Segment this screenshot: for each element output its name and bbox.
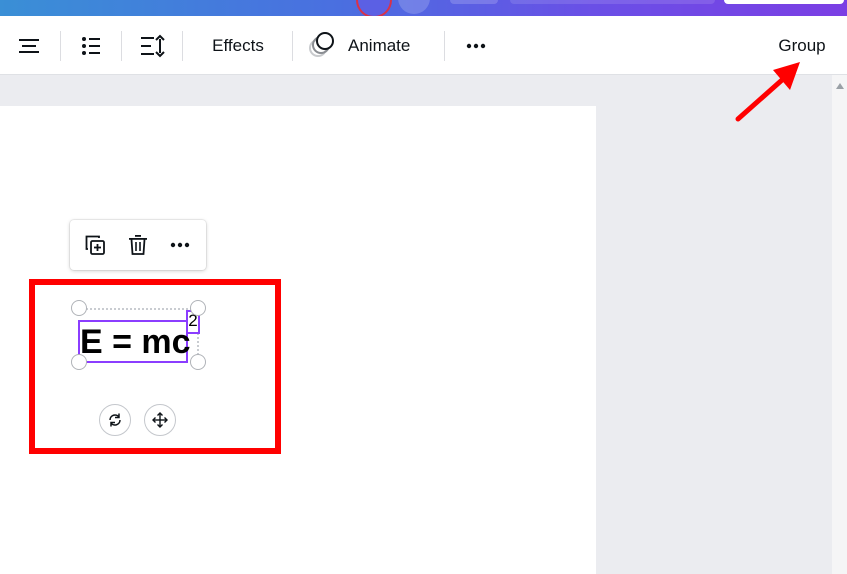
text-toolbar: Effects Animate Group: [0, 16, 847, 75]
scroll-up-icon[interactable]: [836, 83, 844, 89]
toolbar-divider: [121, 31, 122, 61]
rotate-icon: [109, 413, 121, 427]
header-circle-button[interactable]: [398, 0, 430, 14]
spacing-button[interactable]: [135, 28, 169, 64]
more-options-button[interactable]: [458, 28, 494, 64]
user-avatar[interactable]: [356, 0, 392, 16]
duplicate-button[interactable]: [78, 228, 112, 262]
group-label: Group: [778, 36, 826, 55]
resize-handle-bottom-left[interactable]: [71, 354, 87, 370]
toolbar-divider: [182, 31, 183, 61]
trash-icon: [129, 235, 147, 255]
align-center-icon: [19, 39, 39, 53]
move-icon: [152, 412, 168, 428]
toolbar-divider: [292, 31, 293, 61]
equation-text[interactable]: E = mc: [80, 322, 191, 362]
move-handle[interactable]: [144, 404, 176, 436]
header-button-wide[interactable]: [510, 0, 715, 4]
align-button[interactable]: [12, 28, 46, 64]
header-button[interactable]: [450, 0, 498, 4]
more-actions-button[interactable]: [163, 228, 197, 262]
animate-label: Animate: [348, 36, 411, 55]
toolbar-divider: [60, 31, 61, 61]
resize-handle-top-right[interactable]: [190, 300, 206, 316]
animate-circles-icon: [309, 32, 334, 57]
share-button[interactable]: [724, 0, 844, 4]
editor-header: [0, 0, 847, 16]
effects-label: Effects: [212, 36, 264, 55]
more-horizontal-icon: [466, 43, 486, 49]
resize-handle-top-left[interactable]: [71, 300, 87, 316]
animate-button[interactable]: Animate: [306, 28, 430, 64]
vertical-scrollbar[interactable]: [832, 75, 847, 574]
effects-button[interactable]: Effects: [196, 28, 280, 64]
toolbar-divider: [444, 31, 445, 61]
resize-handle-bottom-right[interactable]: [190, 354, 206, 370]
list-button[interactable]: [74, 28, 108, 64]
list-icon: [82, 37, 100, 55]
duplicate-icon: [85, 235, 105, 255]
delete-button[interactable]: [121, 228, 155, 262]
more-horizontal-icon: [170, 242, 190, 248]
element-context-menu: [70, 220, 206, 270]
annotation-arrow-icon: [735, 62, 800, 122]
spacing-icon: [141, 34, 165, 58]
rotate-handle[interactable]: [99, 404, 131, 436]
